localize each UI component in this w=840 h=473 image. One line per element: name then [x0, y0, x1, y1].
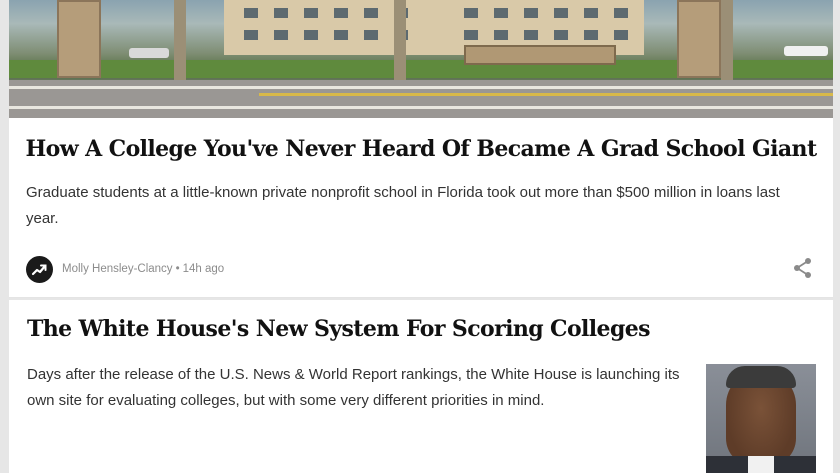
palm-tree [174, 0, 186, 80]
palm-tree [721, 0, 733, 80]
gate-pillar [677, 0, 721, 78]
road [9, 80, 833, 118]
university-sign [464, 45, 616, 65]
gate-pillar [57, 0, 101, 78]
byline-separator: • [175, 263, 180, 275]
author-name[interactable]: Molly Hensley-Clancy [62, 263, 173, 275]
article-byline: Molly Hensley-Clancy • 14h ago [26, 255, 224, 283]
article-description: Graduate students at a little-known priv… [26, 184, 780, 227]
road-line [259, 93, 833, 96]
article-2-thumbnail[interactable] [706, 364, 816, 473]
article-1-image[interactable] [9, 0, 833, 118]
car [784, 46, 828, 56]
article-card[interactable]: How A College You've Never Heard Of Beca… [9, 118, 833, 298]
portrait-hair [726, 366, 796, 388]
timestamp: 14h ago [182, 263, 225, 275]
portrait-collar [748, 456, 774, 473]
article-description: Days after the release of the U.S. News … [27, 366, 680, 409]
article-headline[interactable]: How A College You've Never Heard Of Beca… [9, 136, 833, 162]
article-card[interactable]: The White House's New System For Scoring… [9, 300, 833, 473]
car [129, 48, 169, 58]
article-headline[interactable]: The White House's New System For Scoring… [27, 316, 651, 342]
trending-arrow-icon[interactable] [26, 255, 53, 283]
palm-tree [394, 0, 406, 80]
share-icon[interactable] [791, 256, 815, 280]
